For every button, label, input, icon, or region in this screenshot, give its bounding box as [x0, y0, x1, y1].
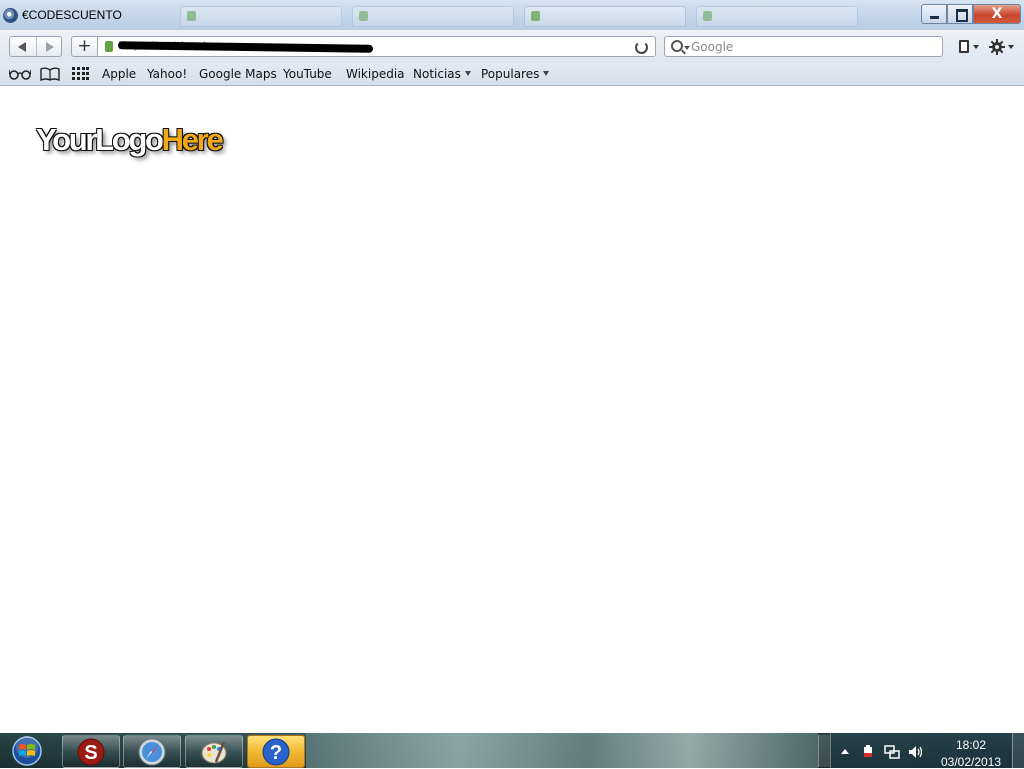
- logo-text-part2: Here: [161, 122, 224, 157]
- chevron-down-icon: [464, 71, 471, 76]
- taskbar-wallpaper-strip: [306, 733, 818, 768]
- settings-caret-icon[interactable]: [1008, 45, 1014, 49]
- s-app-glyph: S: [84, 742, 97, 764]
- reload-icon[interactable]: [635, 41, 648, 54]
- bookmark-wikipedia[interactable]: Wikipedia: [346, 66, 405, 82]
- reading-list-icon[interactable]: [9, 68, 31, 80]
- close-button[interactable]: X: [973, 4, 1021, 24]
- tab-4[interactable]: [696, 6, 858, 27]
- minimize-icon: [930, 16, 939, 19]
- search-engine-caret-icon[interactable]: [684, 46, 690, 50]
- bookmarks-book-icon[interactable]: [40, 67, 60, 81]
- forward-arrow-icon: [46, 42, 54, 52]
- volume-icon[interactable]: [907, 744, 923, 760]
- bookmark-folder-populares[interactable]: Populares: [481, 66, 550, 82]
- show-desktop-button[interactable]: [1012, 733, 1024, 768]
- close-icon: X: [991, 6, 1003, 22]
- search-bar[interactable]: [664, 36, 943, 57]
- logo-text-part1: YourLogo: [36, 122, 164, 157]
- favicon-icon: [359, 11, 368, 21]
- bookmark-folder-noticias[interactable]: Noticias: [413, 66, 471, 82]
- bookmark-yahoo[interactable]: Yahoo!: [147, 66, 187, 82]
- site-logo[interactable]: YourLogoHere: [36, 122, 224, 158]
- bookmark-google-maps[interactable]: Google Maps: [199, 66, 277, 82]
- bookmark-folder-label: Populares: [481, 67, 540, 81]
- taskbar-button-safari[interactable]: [123, 735, 181, 768]
- taskbar-button-paint[interactable]: [185, 735, 243, 768]
- restore-icon: [956, 9, 968, 22]
- s-app-icon: S: [77, 738, 105, 766]
- settings-gear-icon[interactable]: [989, 39, 1005, 55]
- maximize-button[interactable]: [947, 4, 973, 24]
- clock-date[interactable]: 03/02/2013: [935, 755, 1007, 769]
- top-sites-grid-icon[interactable]: [72, 67, 89, 81]
- window-title: €CODESCUENTO: [22, 8, 122, 22]
- site-favicon-icon: [105, 41, 113, 52]
- minimize-button[interactable]: [921, 4, 947, 24]
- clock-time[interactable]: 18:02: [935, 738, 1007, 752]
- favicon-icon: [187, 11, 196, 21]
- network-icon[interactable]: [884, 744, 900, 760]
- tab-3[interactable]: [524, 6, 686, 27]
- app-icon[interactable]: [3, 8, 18, 23]
- browser-toolbar: + https://..../shop/: [0, 30, 1024, 63]
- tab-2[interactable]: [352, 6, 514, 27]
- safari-compass-icon: [138, 738, 166, 766]
- back-arrow-icon: [18, 42, 26, 52]
- start-button[interactable]: [7, 736, 47, 766]
- tab-1[interactable]: [180, 6, 342, 27]
- search-icon[interactable]: [671, 40, 683, 52]
- page-content: YourLogoHere: [0, 86, 1024, 733]
- favicon-icon: [531, 11, 540, 21]
- navigation-buttons: [9, 36, 62, 57]
- page-menu-icon[interactable]: [959, 40, 969, 53]
- help-glyph: ?: [270, 742, 282, 764]
- chevron-down-icon: [543, 71, 550, 76]
- taskbar-button-help[interactable]: ?: [247, 735, 305, 768]
- forward-button[interactable]: [36, 37, 62, 56]
- power-icon[interactable]: [860, 744, 876, 760]
- window-title-bar[interactable]: €CODESCUENTO: [0, 0, 1024, 31]
- add-bookmark-button[interactable]: +: [71, 36, 98, 57]
- search-input[interactable]: [691, 38, 931, 55]
- address-bar[interactable]: https://..../shop/: [97, 36, 656, 57]
- bookmarks-bar: Apple Yahoo! Google Maps YouTube Wikiped…: [0, 63, 1024, 86]
- paint-palette-icon: [201, 741, 227, 764]
- background-tabs: [120, 6, 920, 27]
- bookmark-folder-label: Noticias: [413, 67, 461, 81]
- help-icon: ?: [262, 738, 290, 766]
- bookmark-apple[interactable]: Apple: [102, 66, 136, 82]
- favicon-icon: [703, 11, 712, 21]
- taskbar-button-s-app[interactable]: S: [62, 735, 120, 768]
- show-hidden-icons-icon[interactable]: [841, 749, 849, 754]
- page-menu-caret-icon[interactable]: [973, 45, 979, 49]
- back-button[interactable]: [10, 37, 37, 56]
- bookmark-youtube[interactable]: YouTube: [283, 66, 332, 82]
